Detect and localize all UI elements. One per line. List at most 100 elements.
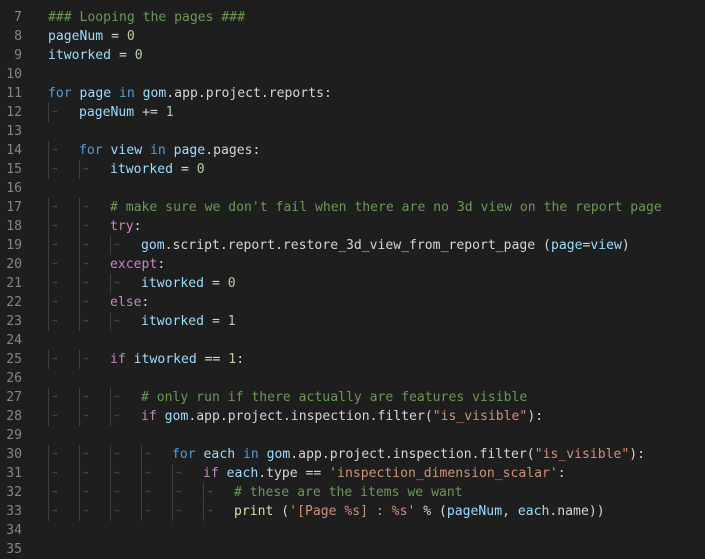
code-line[interactable]: 8 pageNum = 0	[0, 27, 705, 46]
code-text: itworked = 0	[141, 274, 236, 293]
line-number: 21	[6, 276, 22, 291]
code-line[interactable]: 11 for page in gom.app.project.reports:	[0, 84, 705, 103]
code-line[interactable]: 17 → → # make sure we don't fail when there…	[0, 198, 705, 217]
code-line[interactable]: 33 → → → → → → print ('[Page %s] : %s' % (pageN…	[0, 502, 705, 521]
indent-guide	[79, 255, 80, 274]
code-line[interactable]: 35	[0, 540, 705, 559]
indent-guide	[48, 502, 49, 521]
code-token-default: :	[141, 295, 150, 310]
tab-arrow-icon: →	[83, 506, 89, 516]
indent-guide	[79, 445, 80, 464]
indent-guide	[48, 350, 49, 369]
code-text: if each.type == 'inspection_dimension_sc…	[203, 464, 566, 483]
code-token-variable: each	[226, 466, 259, 481]
code-line[interactable]: 32 → → → → → → # these are the items we want	[0, 483, 705, 502]
code-line[interactable]: 30 → → → → for each in gom.app.project.inspec…	[0, 445, 705, 464]
tab-arrow-icon: →	[52, 392, 58, 402]
tab-arrow-icon: →	[114, 392, 120, 402]
code-line[interactable]: 7 ### Looping the pages ###	[0, 8, 705, 27]
code-line[interactable]: 15 → → itworked = 0	[0, 160, 705, 179]
code-line[interactable]: 28 → → → if gom.app.project.inspection.filte…	[0, 407, 705, 426]
code-line[interactable]: 34	[0, 521, 705, 540]
code-line[interactable]: 23 → → → itworked = 1	[0, 312, 705, 331]
code-line[interactable]: 20 → → except:	[0, 255, 705, 274]
line-number: 34	[6, 523, 22, 538]
tab-arrow-icon: →	[52, 202, 58, 212]
code-token-keyword: in	[142, 143, 174, 158]
tab-arrow-icon: →	[83, 411, 89, 421]
code-line[interactable]: 27 → → → # only run if there actually are fe…	[0, 388, 705, 407]
code-token-default: =	[173, 162, 197, 177]
code-token-keyword: for	[48, 86, 72, 101]
tab-arrow-icon: →	[145, 468, 151, 478]
tab-arrow-icon: →	[52, 278, 58, 288]
code-token-variable: itworked	[141, 314, 205, 329]
code-line[interactable]: 10	[0, 65, 705, 84]
code-line[interactable]: 18 → → try:	[0, 217, 705, 236]
line-number: 11	[6, 86, 22, 101]
code-line[interactable]: 14 → for view in page.pages:	[0, 141, 705, 160]
indent-guide	[141, 445, 142, 464]
code-token-number: 1	[228, 352, 237, 367]
indent-guide	[141, 483, 142, 502]
code-text: itworked = 1	[141, 312, 236, 331]
code-text: # only run if there actually are feature…	[141, 388, 527, 407]
code-line[interactable]: 12 → pageNum += 1	[0, 103, 705, 122]
tab-arrow-icon: →	[83, 221, 89, 231]
code-text: for view in page.pages:	[79, 141, 260, 160]
tab-arrow-icon: →	[176, 506, 182, 516]
code-line[interactable]: 22 → → else:	[0, 293, 705, 312]
indent-guide	[79, 483, 80, 502]
code-line[interactable]: 26	[0, 369, 705, 388]
code-token-default: =	[111, 48, 135, 63]
code-token-variable: gom	[142, 86, 167, 101]
line-number: 23	[6, 314, 22, 329]
code-token-variable: each	[203, 447, 236, 462]
code-line[interactable]: 21 → → → itworked = 0	[0, 274, 705, 293]
tab-arrow-icon: →	[83, 468, 89, 478]
code-line[interactable]: 16	[0, 179, 705, 198]
indent-guide	[79, 502, 80, 521]
tab-arrow-icon: →	[52, 411, 58, 421]
tab-arrow-icon: →	[52, 107, 58, 117]
tab-arrow-icon: →	[114, 506, 120, 516]
indent-guide	[79, 160, 80, 179]
code-line[interactable]: 25 → → if itworked == 1:	[0, 350, 705, 369]
tab-arrow-icon: →	[52, 240, 58, 250]
code-token-string: "is_visible"	[432, 409, 528, 424]
indent-guide	[48, 236, 49, 255]
tab-arrow-icon: →	[207, 487, 213, 497]
line-number: 26	[6, 371, 22, 386]
indent-guide	[48, 407, 49, 426]
code-editor[interactable]: 7 ### Looping the pages ### 8 pageNum = 0 9 i…	[0, 0, 705, 557]
code-token-default	[126, 352, 134, 367]
indent-guide	[172, 483, 173, 502]
code-token-variable: view	[590, 238, 622, 253]
line-number: 18	[6, 219, 22, 234]
code-token-number: 0	[126, 29, 135, 44]
code-line[interactable]: 9 itworked = 0	[0, 46, 705, 65]
tab-arrow-icon: →	[52, 506, 58, 516]
code-line[interactable]: 24	[0, 331, 705, 350]
code-token-variable: itworked	[110, 162, 174, 177]
line-number: 10	[6, 67, 22, 82]
indent-guide	[48, 217, 49, 236]
line-number: 12	[6, 105, 22, 120]
code-token-number: 0	[196, 162, 205, 177]
indent-guide	[79, 198, 80, 217]
line-number: 8	[14, 29, 22, 44]
code-line[interactable]: 29	[0, 426, 705, 445]
tab-arrow-icon: →	[83, 240, 89, 250]
code-token-default: ):	[527, 409, 544, 424]
tab-arrow-icon: →	[114, 316, 120, 326]
code-token-comment: # these are the items we want	[234, 485, 463, 500]
code-text: itworked = 0	[110, 160, 205, 179]
code-line[interactable]: 31 → → → → → if each.type == 'inspection_dimen…	[0, 464, 705, 483]
line-number: 15	[6, 162, 22, 177]
code-line[interactable]: 13	[0, 122, 705, 141]
code-token-variable: gom	[164, 409, 189, 424]
code-token-default: .app.project.inspection.filter(	[188, 409, 433, 424]
tab-arrow-icon: →	[145, 449, 151, 459]
code-text: itworked = 0	[48, 46, 143, 65]
code-line[interactable]: 19 → → → gom.script.report.restore_3d_view_f…	[0, 236, 705, 255]
